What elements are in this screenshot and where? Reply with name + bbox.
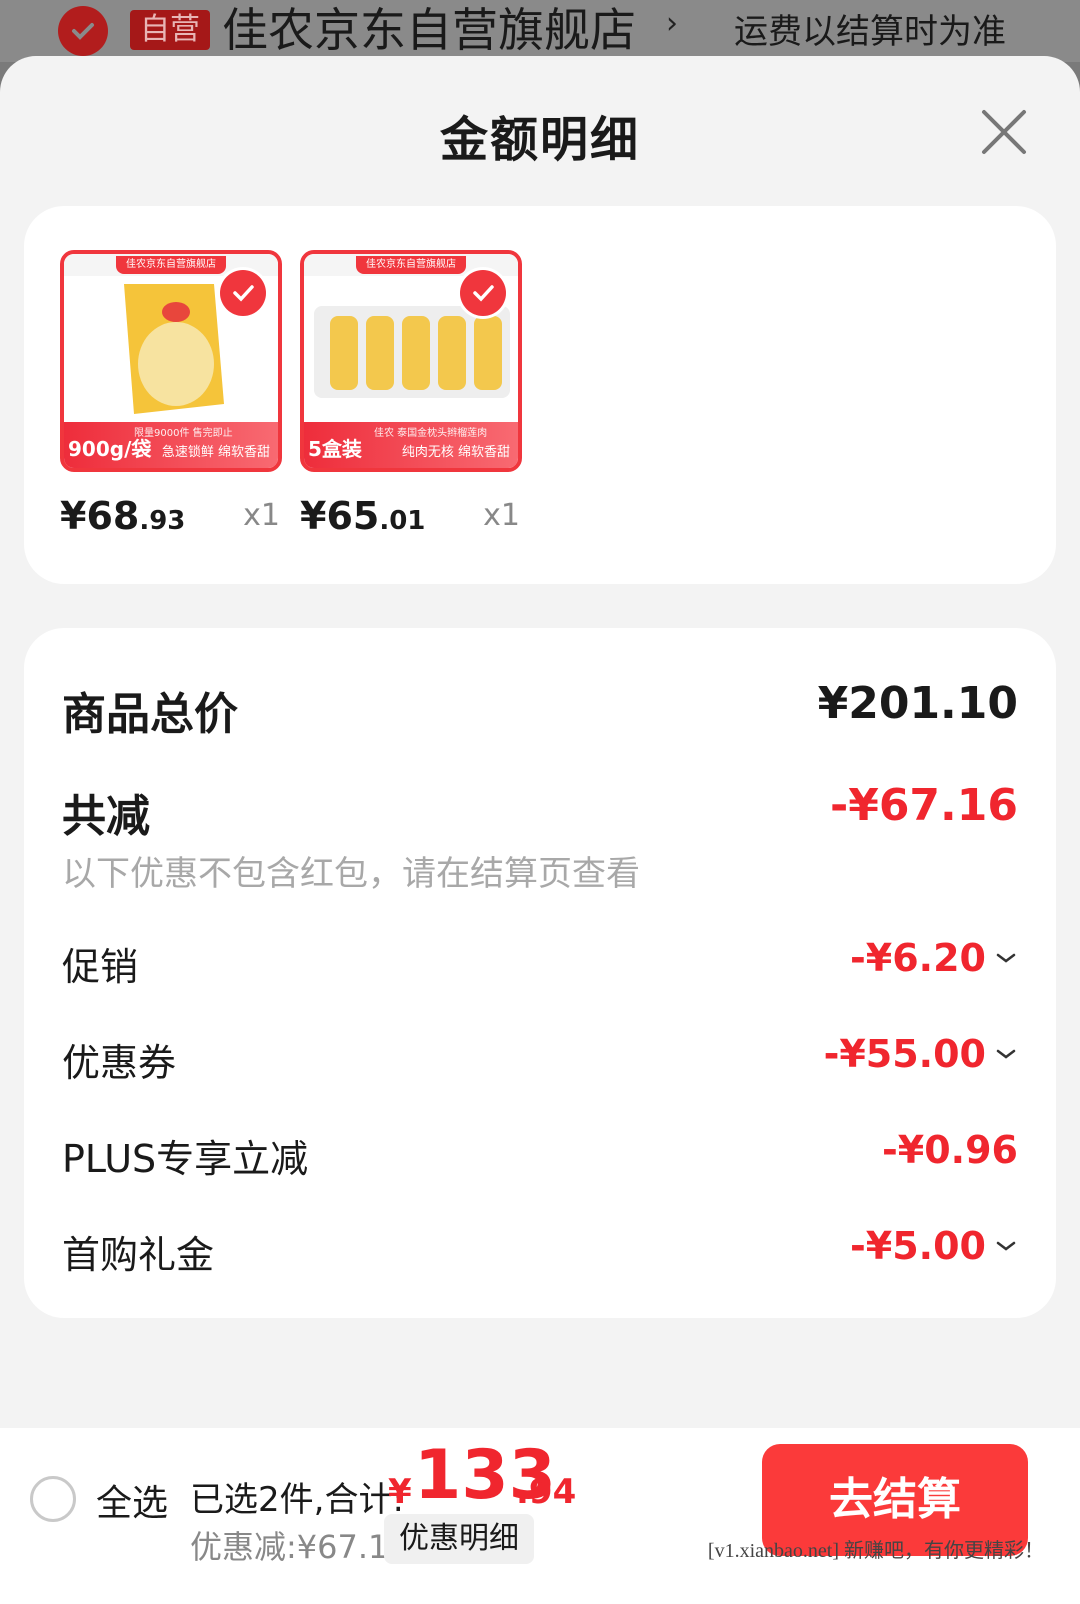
total-cents: .94 bbox=[516, 1472, 577, 1512]
total-price-value: ¥201.10 bbox=[817, 678, 1018, 729]
self-operated-badge: 自营 bbox=[130, 10, 210, 50]
discount-summary: 优惠减:¥67.16 bbox=[190, 1528, 409, 1566]
selected-count-text: 已选2件,合计: bbox=[190, 1480, 404, 1520]
checkout-bar: 全选 已选2件,合计: ¥ 133 .94 优惠减:¥67.16 优惠明细 去结… bbox=[0, 1428, 1080, 1604]
chevron-down-icon[interactable] bbox=[994, 946, 1018, 970]
store-check-icon[interactable] bbox=[58, 6, 108, 56]
discount-detail-button[interactable]: 优惠明细 bbox=[384, 1514, 534, 1564]
product-item[interactable]: 佳农京东自营旗舰店 佳农 泰国金枕头辫榴莲肉 5盒装 纯肉无核 绵软香甜 ¥65… bbox=[300, 250, 522, 544]
close-icon bbox=[982, 110, 1026, 154]
chevron-down-icon[interactable] bbox=[994, 1042, 1018, 1066]
total-reduce-value: -¥67.16 bbox=[829, 780, 1018, 831]
first-purchase-label: 首购礼金 bbox=[62, 1233, 215, 1277]
product-price: ¥65.01 bbox=[300, 494, 426, 538]
products-card: 佳农京东自营旗舰店 限量9000件 售完即止 900g/袋 急速锁鲜 绵软香甜 … bbox=[24, 206, 1056, 584]
sheet-title: 金额明细 bbox=[439, 112, 640, 168]
amount-detail-sheet: 金额明细 佳农京东自营旗舰店 限量9000件 售完即止 900g/袋 急速锁鲜 … bbox=[0, 56, 1080, 1604]
shipping-note: 运费以结算时为准 bbox=[734, 12, 1006, 52]
discount-note: 以下优惠不包含红包，请在结算页查看 bbox=[62, 854, 640, 894]
total-price-label: 商品总价 bbox=[62, 689, 238, 740]
product-quantity: x1 bbox=[243, 498, 280, 533]
product-banner: 佳农 泰国金枕头辫榴莲肉 5盒装 纯肉无核 绵软香甜 bbox=[304, 422, 518, 468]
chevron-right-icon: › bbox=[666, 6, 678, 41]
product-price: ¥68.93 bbox=[60, 494, 186, 538]
chevron-down-icon[interactable] bbox=[994, 1234, 1018, 1258]
coupon-label: 优惠券 bbox=[62, 1041, 177, 1085]
coupon-value: -¥55.00 bbox=[823, 1032, 986, 1076]
first-purchase-value: -¥5.00 bbox=[850, 1224, 986, 1268]
promotion-label: 促销 bbox=[62, 945, 139, 989]
promotion-value: -¥6.20 bbox=[850, 936, 986, 980]
total-currency: ¥ bbox=[388, 1472, 412, 1512]
select-all-label[interactable]: 全选 bbox=[96, 1474, 168, 1526]
product-quantity: x1 bbox=[483, 498, 520, 533]
product-selected-check[interactable] bbox=[460, 270, 506, 316]
product-selected-check[interactable] bbox=[220, 270, 266, 316]
close-button[interactable] bbox=[976, 104, 1032, 160]
summary-card: 商品总价 ¥201.10 共减 -¥67.16 以下优惠不包含红包，请在结算页查… bbox=[24, 628, 1056, 1318]
select-all-radio[interactable] bbox=[30, 1476, 76, 1522]
product-thumbnail[interactable]: 佳农京东自营旗舰店 限量9000件 售完即止 900g/袋 急速锁鲜 绵软香甜 bbox=[60, 250, 282, 472]
product-banner: 限量9000件 售完即止 900g/袋 急速锁鲜 绵软香甜 bbox=[64, 422, 278, 468]
plus-discount-label: PLUS专享立减 bbox=[62, 1137, 309, 1181]
store-header: 自营 佳农京东自营旗舰店 › 运费以结算时为准 bbox=[0, 0, 1080, 62]
store-name[interactable]: 佳农京东自营旗舰店 bbox=[222, 2, 636, 58]
plus-discount-value: -¥0.96 bbox=[882, 1128, 1018, 1172]
product-item[interactable]: 佳农京东自营旗舰店 限量9000件 售完即止 900g/袋 急速锁鲜 绵软香甜 … bbox=[60, 250, 282, 544]
watermark: [v1.xianbao.net] 新赚吧，有你更精彩！ bbox=[707, 1540, 1044, 1562]
total-reduce-label: 共减 bbox=[62, 791, 150, 842]
product-thumbnail[interactable]: 佳农京东自营旗舰店 佳农 泰国金枕头辫榴莲肉 5盒装 纯肉无核 绵软香甜 bbox=[300, 250, 522, 472]
